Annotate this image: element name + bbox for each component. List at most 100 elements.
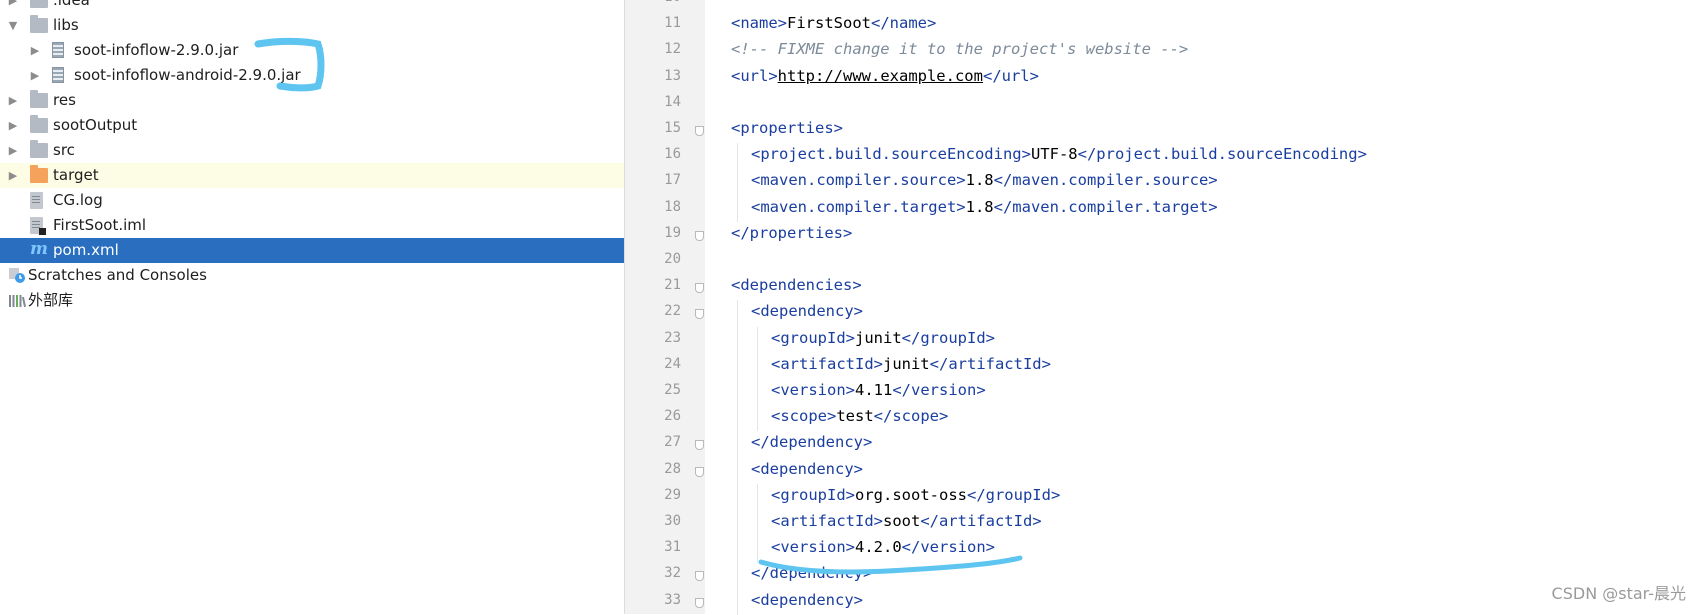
expand-arrow-icon[interactable]: ▶ (6, 138, 20, 163)
indent-guide (737, 483, 738, 510)
jar-icon (52, 42, 64, 58)
expand-arrow-icon[interactable]: ▶ (28, 38, 42, 63)
line-number: 14 (664, 93, 681, 110)
line-number: 26 (664, 408, 681, 425)
code-line[interactable]: <groupId>org.soot-oss</groupId> (771, 486, 1060, 504)
folder-icon (30, 90, 48, 108)
line-number: 12 (664, 41, 681, 58)
expand-arrow-icon[interactable]: ▶ (6, 88, 20, 113)
tree-item-scratches-and-consoles[interactable]: Scratches and Consoles (0, 263, 624, 288)
code-line[interactable]: <!-- FIXME change it to the project's we… (731, 40, 1188, 58)
expand-arrow-icon[interactable]: ▶ (28, 63, 42, 88)
code-line[interactable]: <name>FirstSoot</name> (731, 14, 936, 32)
code-line[interactable]: <maven.compiler.source>1.8</maven.compil… (751, 171, 1218, 189)
indent-guide (757, 379, 758, 406)
tree-item-label: .idea (53, 0, 90, 9)
indent-guide (737, 326, 738, 353)
line-number: 19 (664, 224, 681, 241)
folder-icon (30, 115, 48, 133)
tree-item-idea[interactable]: ▶ .idea (0, 0, 624, 13)
tree-item-libs[interactable]: ▼ libs (0, 13, 624, 38)
code-line[interactable]: </dependency> (751, 433, 872, 451)
indent-guide (757, 352, 758, 379)
tree-item-res[interactable]: ▶ res (0, 88, 624, 113)
fold-marker-icon[interactable] (695, 126, 704, 136)
jar-icon (52, 67, 64, 83)
code-line[interactable]: <groupId>junit</groupId> (771, 329, 995, 347)
expand-arrow-icon[interactable]: ▶ (6, 113, 20, 138)
indent-guide (757, 326, 758, 353)
indent-guide (737, 143, 738, 170)
line-number: 22 (664, 303, 681, 320)
log-file-icon (30, 192, 43, 209)
line-number: 23 (664, 329, 681, 346)
code-line[interactable]: <dependency> (751, 302, 863, 320)
tree-item-[interactable]: 外部库 (0, 288, 624, 313)
tree-item-sootoutput[interactable]: ▶ sootOutput (0, 113, 624, 138)
line-number: 17 (664, 172, 681, 189)
line-number: 20 (664, 251, 681, 267)
editor-gutter: 10 11 12 13 14 15 16 17 18 19 20 21 22 23 24 25 26 27 28 29… (625, 0, 705, 614)
code-line[interactable]: <version>4.2.0</version> (771, 538, 995, 556)
tree-item-label: 外部库 (28, 291, 74, 309)
tree-item-label: Scratches and Consoles (28, 266, 207, 284)
code-line[interactable]: <properties> (731, 119, 843, 137)
tree-item-label: target (53, 166, 99, 184)
tree-item-firstsoot-iml[interactable]: FirstSoot.iml (0, 213, 624, 238)
folder-icon (30, 165, 48, 183)
tree-item-src[interactable]: ▶ src (0, 138, 624, 163)
line-number: 30 (664, 513, 681, 529)
tree-item-label: sootOutput (53, 116, 138, 134)
line-number: 16 (664, 146, 681, 163)
code-line[interactable]: <version>4.11</version> (771, 381, 986, 399)
fold-marker-icon[interactable] (695, 440, 704, 451)
scratches-icon (8, 266, 26, 283)
line-number: 31 (664, 539, 681, 556)
code-line[interactable]: <artifactId>junit</artifactId> (771, 355, 1051, 373)
tree-item-label: libs (53, 16, 79, 34)
tree-item-target[interactable]: ▶ target (0, 163, 624, 188)
tree-item-soot-infoflow-2-9-0-jar[interactable]: ▶ soot-infoflow-2.9.0.jar (0, 38, 624, 63)
tree-item-pom-xml[interactable]: m pom.xml (0, 238, 624, 263)
code-line[interactable]: <project.build.sourceEncoding>UTF-8</pro… (751, 145, 1367, 163)
indent-guide (737, 588, 738, 615)
code-line[interactable]: </properties> (731, 224, 852, 242)
indent-guide (737, 405, 738, 432)
fold-marker-icon[interactable] (695, 230, 704, 241)
fold-marker-icon[interactable] (695, 283, 704, 294)
code-line[interactable]: <dependencies> (731, 276, 862, 294)
tree-item-label: soot-infoflow-2.9.0.jar (74, 41, 239, 59)
line-number: 13 (664, 67, 681, 84)
code-editor[interactable]: <name>FirstSoot</name> <!-- FIXME change … (705, 0, 1696, 615)
collapse-arrow-icon[interactable]: ▼ (6, 13, 20, 38)
indent-guide (757, 405, 758, 432)
code-line[interactable]: <dependency> (751, 460, 863, 478)
indent-guide (757, 483, 758, 510)
library-icon (8, 292, 27, 308)
code-line[interactable]: <dependency> (751, 591, 863, 609)
module-badge-icon (39, 228, 46, 235)
code-line[interactable]: <scope>test</scope> (771, 407, 948, 425)
expand-arrow-icon[interactable]: ▶ (6, 163, 20, 188)
line-number: 28 (664, 460, 681, 477)
indent-guide (737, 536, 738, 563)
tree-item-soot-infoflow-android-2-9-0-jar[interactable]: ▶ soot-infoflow-android-2.9.0.jar (0, 63, 624, 88)
line-number: 15 (664, 120, 681, 136)
code-line[interactable]: <url>http://www.example.com</url> (731, 67, 1039, 85)
fold-marker-icon[interactable] (695, 309, 704, 320)
fold-marker-icon[interactable] (695, 597, 704, 608)
project-tree-panel: ▶ .idea ▼ libs ▶ soot-infoflow-2.9.0.jar ▶ soot… (0, 0, 624, 614)
expand-arrow-icon[interactable]: ▶ (6, 0, 20, 13)
code-line[interactable]: </dependency> (751, 564, 872, 582)
fold-marker-icon[interactable] (695, 466, 704, 477)
tree-item-cg-log[interactable]: CG.log (0, 188, 624, 213)
fold-marker-icon[interactable] (695, 571, 704, 582)
line-number: 32 (664, 565, 681, 582)
url-link[interactable]: http://www.example.com (778, 67, 983, 85)
tree-item-label: soot-infoflow-android-2.9.0.jar (74, 66, 301, 84)
code-line[interactable]: <maven.compiler.target>1.8</maven.compil… (751, 198, 1218, 216)
line-number: 27 (664, 434, 681, 451)
iml-file-icon (30, 217, 46, 235)
indent-guide (737, 431, 738, 458)
code-line[interactable]: <artifactId>soot</artifactId> (771, 512, 1042, 530)
